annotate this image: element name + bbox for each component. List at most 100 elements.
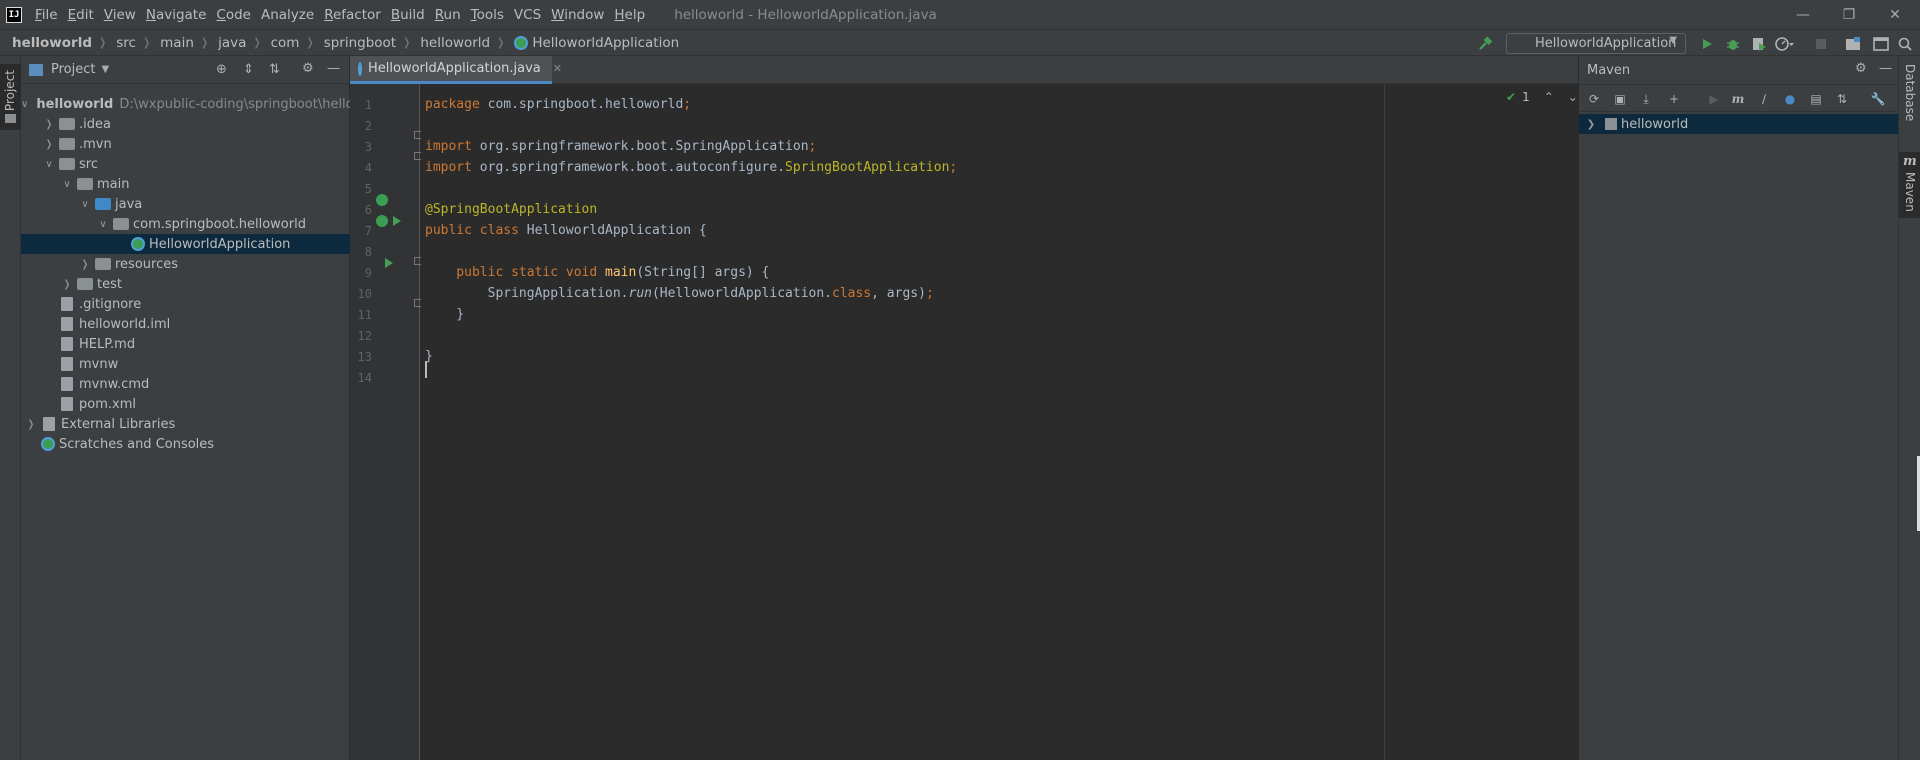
menu-item-analyze[interactable]: Analyze <box>256 7 319 23</box>
tab-helloworld-application-java[interactable]: HelloworldApplication.java ✕ <box>350 56 562 84</box>
maven-tool-window-button[interactable]: m Maven <box>1899 152 1920 218</box>
breadcrumb-item[interactable]: java ❭ <box>212 35 265 51</box>
project-tool-window-button[interactable]: Project <box>0 64 21 130</box>
spring-bean-gutter-icon[interactable] <box>376 194 388 206</box>
locate-icon[interactable]: ⊕ <box>216 62 227 77</box>
search-button[interactable] <box>1892 30 1918 57</box>
menu-item-edit[interactable]: Edit <box>63 7 99 23</box>
run-gutter-icon[interactable] <box>384 257 394 269</box>
run-button[interactable] <box>1694 30 1720 57</box>
chevron-down-icon[interactable]: ▼ <box>101 64 109 75</box>
tree-item[interactable]: mvnw <box>21 354 350 374</box>
tree-item[interactable]: ❭ External Libraries <box>21 414 350 434</box>
project-view-select[interactable]: Project <box>51 62 95 77</box>
tree-item[interactable]: ❭ resources <box>21 254 350 274</box>
breadcrumb-separator-icon: ❭ <box>252 36 262 49</box>
menu-item-code[interactable]: Code <box>211 7 256 23</box>
skip-tests-icon[interactable]: ● <box>1781 90 1799 108</box>
breadcrumb-item[interactable]: com ❭ <box>265 35 318 51</box>
tree-item[interactable]: helloworld.iml <box>21 314 350 334</box>
tree-item[interactable]: pom.xml <box>21 394 350 414</box>
restore-icon[interactable]: ❐ <box>1826 0 1872 29</box>
hide-panel-icon[interactable]: — <box>1879 61 1892 76</box>
folder-icon <box>77 278 93 290</box>
breadcrumb-item[interactable]: springboot ❭ <box>318 35 415 51</box>
menu-item-vcs[interactable]: VCS <box>509 7 546 23</box>
tree-item[interactable]: ❭ test <box>21 274 350 294</box>
menu-item-run[interactable]: Run <box>430 7 466 23</box>
close-icon[interactable]: ✕ <box>1872 0 1918 29</box>
chevron-right-icon[interactable]: ❭ <box>43 119 55 130</box>
build-hammer-icon[interactable] <box>1472 30 1498 57</box>
chevron-down-icon[interactable]: ∨ <box>21 99 28 110</box>
breadcrumb-item[interactable]: src ❭ <box>110 35 154 51</box>
chevron-right-icon[interactable]: ❯ <box>1585 119 1597 130</box>
profile-button[interactable] <box>1772 30 1798 57</box>
chevron-right-icon[interactable]: ❭ <box>61 279 73 290</box>
minimize-icon[interactable]: — <box>1780 0 1826 29</box>
add-icon[interactable]: + <box>1665 90 1683 108</box>
show-dependencies-icon[interactable]: ▤ <box>1807 90 1825 108</box>
spring-bean-gutter-icon[interactable] <box>376 215 388 227</box>
menu-item-file[interactable]: File <box>30 7 63 23</box>
execute-maven-goal-icon[interactable]: m <box>1729 90 1747 108</box>
tree-item[interactable]: ∨ com.springboot.helloworld <box>21 214 350 234</box>
stop-button[interactable] <box>1808 30 1834 57</box>
breadcrumb-item[interactable]: HelloworldApplication <box>508 35 682 51</box>
collapse-all-icon[interactable]: ⇅ <box>1833 90 1851 108</box>
tree-item[interactable]: HelloworldApplication <box>21 234 350 254</box>
reload-icon[interactable]: ⟳ <box>1585 90 1603 108</box>
menu-item-view[interactable]: View <box>99 7 141 23</box>
wrench-icon[interactable]: 🔧 <box>1869 90 1887 108</box>
tree-item[interactable]: ❭ .idea <box>21 114 350 134</box>
chevron-down-icon[interactable]: ∨ <box>43 159 55 170</box>
tree-item[interactable]: ❭ .mvn <box>21 134 350 154</box>
menu-item-build[interactable]: Build <box>386 7 430 23</box>
chevron-down-icon[interactable]: ∨ <box>97 219 109 230</box>
previous-highlight-icon[interactable]: ⌃ <box>1544 90 1554 104</box>
gear-icon[interactable]: ⚙ <box>302 61 314 76</box>
next-highlight-icon[interactable]: ⌄ <box>1568 90 1578 104</box>
maven-project-row[interactable]: ❯ helloworld <box>1579 114 1899 134</box>
menu-item-help[interactable]: Help <box>609 7 650 23</box>
chevron-down-icon[interactable]: ∨ <box>79 199 91 210</box>
presentation-mode-button[interactable] <box>1868 30 1894 57</box>
tree-item[interactable]: ∨ java <box>21 194 350 214</box>
tree-item[interactable]: ∨ main <box>21 174 350 194</box>
generate-sources-icon[interactable]: ▣ <box>1611 90 1629 108</box>
collapse-all-icon[interactable]: ⇅ <box>269 62 280 77</box>
breadcrumb-item[interactable]: helloworld ❭ <box>414 35 508 51</box>
run-configuration-select[interactable]: HelloworldApplication ▼ <box>1506 33 1686 54</box>
hide-panel-icon[interactable]: — <box>327 61 340 76</box>
code-editor[interactable]: package com.springboot.helloworld; import… <box>421 84 1578 760</box>
toggle-offline-icon[interactable]: ∕ <box>1755 90 1773 108</box>
menu-item-tools[interactable]: Tools <box>466 7 509 23</box>
breadcrumb-item[interactable]: helloworld ❭ <box>0 35 110 51</box>
expand-all-icon[interactable]: ⇕ <box>243 62 254 77</box>
run-gutter-icon[interactable] <box>392 215 402 227</box>
debug-button[interactable] <box>1720 30 1746 57</box>
gear-icon[interactable]: ⚙ <box>1855 61 1867 76</box>
menu-item-window[interactable]: Window <box>546 7 609 23</box>
tree-item[interactable]: ∨ helloworld D:\wxpublic-coding\springboot… <box>21 94 354 114</box>
menu-item-refactor[interactable]: Refactor <box>319 7 386 23</box>
project-structure-button[interactable] <box>1840 30 1866 57</box>
line-number: 5 <box>364 182 372 196</box>
chevron-right-icon[interactable]: ❭ <box>25 419 37 430</box>
tree-item[interactable]: Scratches and Consoles <box>21 434 350 454</box>
chevron-right-icon[interactable]: ❭ <box>79 259 91 270</box>
tree-item[interactable]: .gitignore <box>21 294 350 314</box>
chevron-right-icon[interactable]: ❭ <box>43 139 55 150</box>
breadcrumb-item[interactable]: main ❭ <box>154 35 212 51</box>
menu-item-navigate[interactable]: Navigate <box>141 7 212 23</box>
database-tool-window-button[interactable]: Database <box>1899 60 1920 138</box>
inspection-widget[interactable]: ✔ 1 ⌃ ⌄ <box>1506 90 1578 104</box>
run-with-coverage-button[interactable] <box>1746 30 1772 57</box>
tree-item[interactable]: ∨ src <box>21 154 350 174</box>
close-tab-icon[interactable]: ✕ <box>553 62 562 75</box>
download-icon[interactable]: ⤓ <box>1637 90 1655 108</box>
tree-item[interactable]: HELP.md <box>21 334 350 354</box>
run-icon[interactable]: ▶ <box>1705 90 1723 108</box>
tree-item[interactable]: mvnw.cmd <box>21 374 350 394</box>
chevron-down-icon[interactable]: ∨ <box>61 179 73 190</box>
